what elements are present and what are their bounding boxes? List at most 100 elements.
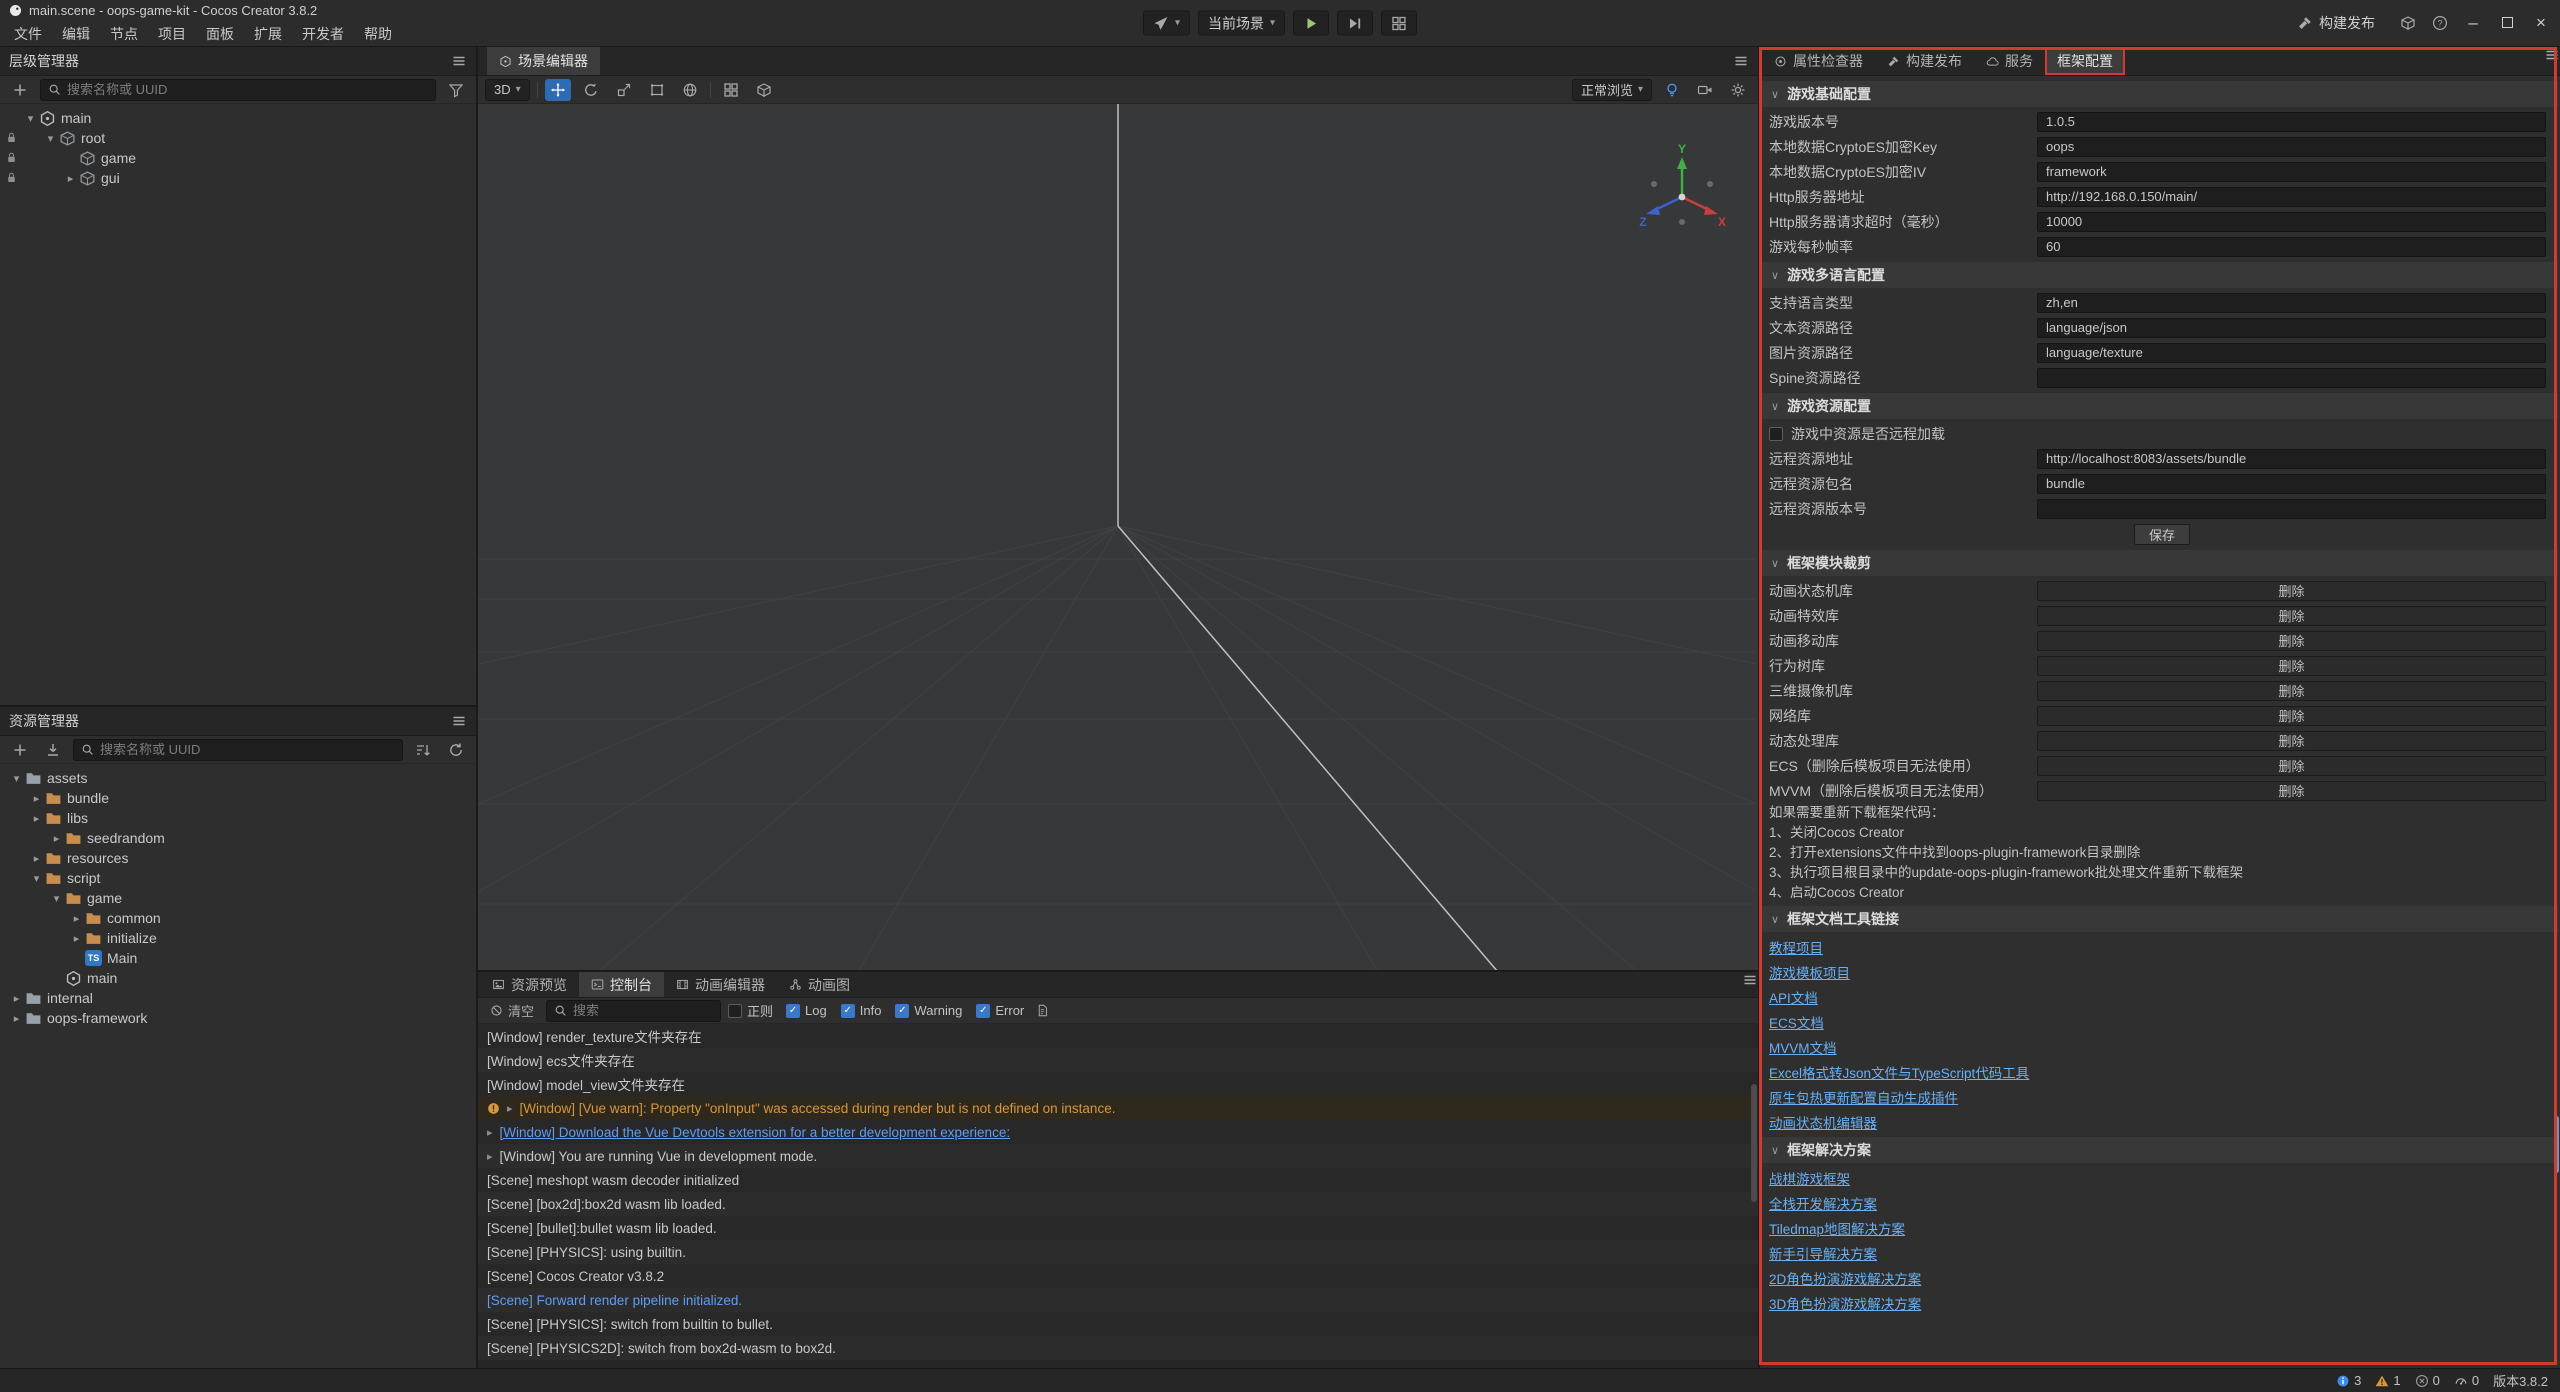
expand-arrow-icon[interactable]: ▸ xyxy=(487,1126,493,1139)
log-row[interactable]: ▸[Window] You are running Vue in develop… xyxy=(478,1144,1758,1168)
hierarchy-filter-button[interactable] xyxy=(443,79,469,101)
delete-button[interactable]: 删除 xyxy=(2037,681,2546,701)
expand-arrow-icon[interactable]: ▸ xyxy=(28,852,45,865)
doc-link[interactable]: 游戏模板项目 xyxy=(1769,962,1850,982)
menu-item[interactable]: 文件 xyxy=(4,21,52,46)
doc-link[interactable]: API文档 xyxy=(1769,987,1818,1007)
log-row[interactable]: [Window] ecs文件夹存在 xyxy=(478,1048,1758,1072)
console-search-input[interactable] xyxy=(573,1003,713,1018)
delete-button[interactable]: 删除 xyxy=(2037,781,2546,801)
tree-row[interactable]: ▸bundle xyxy=(0,788,476,808)
delete-button[interactable]: 删除 xyxy=(2037,706,2546,726)
menu-item[interactable]: 扩展 xyxy=(244,21,292,46)
play-button[interactable] xyxy=(1293,11,1329,36)
create-asset-button[interactable] xyxy=(7,739,33,761)
regex-checkbox[interactable] xyxy=(728,1004,742,1018)
property-input[interactable]: http://192.168.0.150/main/ xyxy=(2037,187,2546,207)
gizmo-space-button[interactable] xyxy=(677,79,703,101)
tree-row[interactable]: ▸initialize xyxy=(0,928,476,948)
status-count[interactable]: 1 xyxy=(2375,1373,2400,1388)
assets-refresh-button[interactable] xyxy=(443,739,469,761)
assets-sort-button[interactable] xyxy=(410,739,436,761)
tree-row[interactable]: ▾assets xyxy=(0,768,476,788)
checkbox[interactable]: ✓ xyxy=(895,1004,909,1018)
delete-button[interactable]: 删除 xyxy=(2037,656,2546,676)
checkbox[interactable]: ✓ xyxy=(976,1004,990,1018)
property-input[interactable]: language/json xyxy=(2037,318,2546,338)
delete-button[interactable]: 删除 xyxy=(2037,731,2546,751)
doc-link[interactable]: 3D角色扮演游戏解决方案 xyxy=(1769,1293,1921,1313)
property-input[interactable]: 60 xyxy=(2037,237,2546,257)
property-input[interactable]: bundle xyxy=(2037,474,2546,494)
log-row[interactable]: [Window] render_texture文件夹存在 xyxy=(478,1024,1758,1048)
status-count[interactable]: 3 xyxy=(2336,1373,2361,1388)
expand-arrow-icon[interactable]: ▸ xyxy=(487,1150,493,1163)
section-header[interactable]: ∨游戏基础配置 xyxy=(1762,81,2558,107)
tree-row[interactable]: ▾script xyxy=(0,868,476,888)
doc-link[interactable]: 教程项目 xyxy=(1769,937,1823,957)
log-row[interactable]: ▸[Window] [Vue warn]: Property "onInput"… xyxy=(478,1096,1758,1120)
doc-link[interactable]: 全栈开发解决方案 xyxy=(1769,1193,1877,1213)
camera-settings-button[interactable] xyxy=(1692,79,1718,101)
package-icon[interactable] xyxy=(2400,15,2416,31)
log-row[interactable]: [Scene] [PHYSICS2D]: switch from box2d-w… xyxy=(478,1336,1758,1360)
collapse-logs-button[interactable] xyxy=(1031,1000,1054,1022)
menu-item[interactable]: 开发者 xyxy=(292,21,354,46)
delete-button[interactable]: 删除 xyxy=(2037,756,2546,776)
doc-link[interactable]: 动画状态机编辑器 xyxy=(1769,1112,1877,1132)
property-input[interactable] xyxy=(2037,499,2546,519)
assets-search[interactable] xyxy=(73,739,403,761)
log-row[interactable]: [Scene] [box2d]:box2d wasm lib loaded. xyxy=(478,1192,1758,1216)
property-input[interactable]: framework xyxy=(2037,162,2546,182)
tree-row[interactable]: ▸oops-framework xyxy=(0,1008,476,1028)
doc-link[interactable]: Tiledmap地图解决方案 xyxy=(1769,1218,1905,1238)
doc-link[interactable]: 原生包热更新配置自动生成插件 xyxy=(1769,1087,1958,1107)
collapse-arrow-icon[interactable]: ▾ xyxy=(8,772,25,785)
expand-arrow-icon[interactable]: ▸ xyxy=(68,932,85,945)
tab-inspector[interactable]: 属性检查器 xyxy=(1762,47,1875,75)
log-row[interactable]: [Scene] [PHYSICS]: switch from builtin t… xyxy=(478,1312,1758,1336)
tree-row[interactable]: game xyxy=(0,148,476,168)
move-tool-button[interactable] xyxy=(545,79,571,101)
property-input[interactable]: oops xyxy=(2037,137,2546,157)
tree-row[interactable]: ▸seedrandom xyxy=(0,828,476,848)
filter-error[interactable]: ✓Error xyxy=(976,1003,1024,1018)
tab-framework-config-active[interactable]: 框架配置 xyxy=(2045,47,2125,75)
menu-item[interactable]: 面板 xyxy=(196,21,244,46)
doc-link[interactable]: 2D角色扮演游戏解决方案 xyxy=(1769,1268,1921,1288)
section-header[interactable]: ∨游戏多语言配置 xyxy=(1762,262,2558,288)
section-header[interactable]: ∨框架解决方案 xyxy=(1762,1137,2558,1163)
log-row[interactable]: [Window] model_view文件夹存在 xyxy=(478,1072,1758,1096)
orientation-gizmo[interactable]: Y X Z xyxy=(1634,142,1730,242)
doc-link[interactable]: MVVM文档 xyxy=(1769,1037,1837,1057)
expand-arrow-icon[interactable]: ▸ xyxy=(507,1102,513,1115)
clear-console-button[interactable]: 清空 xyxy=(485,1000,539,1022)
log-row[interactable]: [Scene] meshopt wasm decoder initialized xyxy=(478,1168,1758,1192)
pivot-button[interactable] xyxy=(718,79,744,101)
console-scrollbar[interactable] xyxy=(1751,1084,1757,1202)
menu-item[interactable]: 编辑 xyxy=(52,21,100,46)
tab-scene-editor[interactable]: 场景编辑器 xyxy=(487,47,600,75)
panel-menu-icon[interactable] xyxy=(451,53,467,69)
help-icon[interactable]: ? xyxy=(2432,15,2448,31)
doc-link[interactable]: ECS文档 xyxy=(1769,1012,1824,1032)
log-row[interactable]: [Scene] Cocos Creator v3.8.2 xyxy=(478,1264,1758,1288)
panel-menu-icon[interactable] xyxy=(1733,53,1749,69)
create-node-button[interactable] xyxy=(7,79,33,101)
regex-toggle[interactable]: 正则 xyxy=(728,1001,773,1020)
delete-button[interactable]: 删除 xyxy=(2037,631,2546,651)
menu-item[interactable]: 项目 xyxy=(148,21,196,46)
collapse-arrow-icon[interactable]: ▾ xyxy=(28,872,45,885)
expand-arrow-icon[interactable]: ▸ xyxy=(28,792,45,805)
menu-item[interactable]: 节点 xyxy=(100,21,148,46)
panel-menu-icon[interactable] xyxy=(451,713,467,729)
expand-arrow-icon[interactable]: ▸ xyxy=(28,812,45,825)
rect-tool-button[interactable] xyxy=(644,79,670,101)
tree-row[interactable]: ▸gui xyxy=(0,168,476,188)
remote-load-checkbox[interactable] xyxy=(1769,427,1783,441)
section-header[interactable]: ∨框架文档工具链接 xyxy=(1762,906,2558,932)
tree-row[interactable]: ▸libs xyxy=(0,808,476,828)
tab-console[interactable]: 动画图 xyxy=(777,972,862,997)
lighting-toggle-button[interactable] xyxy=(1659,79,1685,101)
rotate-tool-button[interactable] xyxy=(578,79,604,101)
